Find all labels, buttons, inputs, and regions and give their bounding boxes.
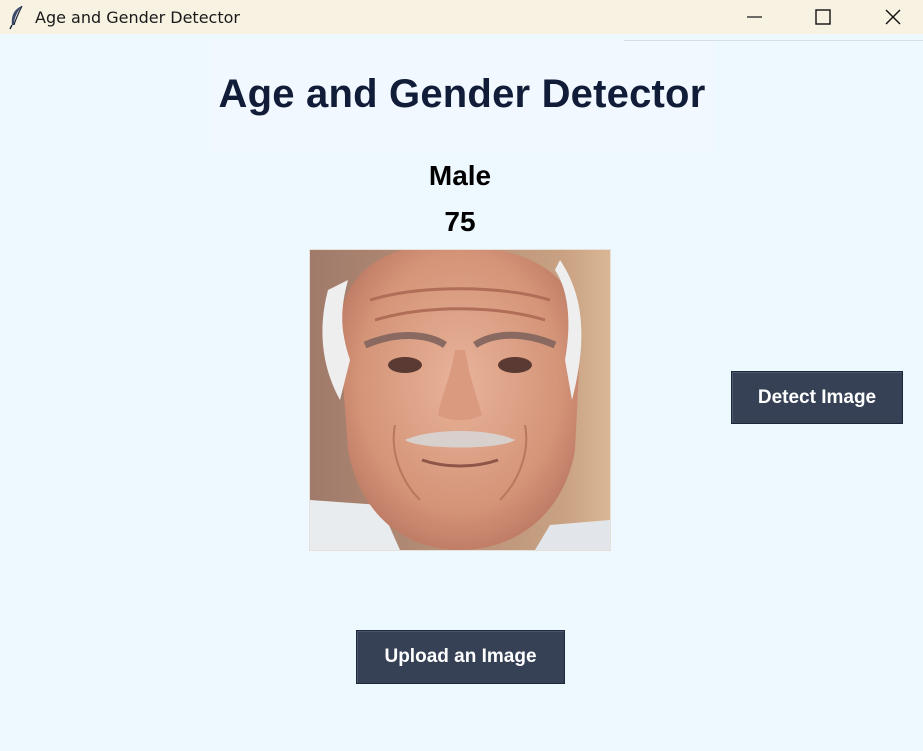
detect-image-button[interactable]: Detect Image [731,371,903,424]
divider [624,40,923,41]
window-titlebar: Age and Gender Detector [0,0,923,34]
age-result: 75 [444,206,476,237]
page-title: Age and Gender Detector [218,72,706,116]
uploaded-face-image [309,249,611,551]
minimize-icon[interactable] [731,0,777,34]
window-title: Age and Gender Detector [35,8,240,27]
upload-image-button[interactable]: Upload an Image [356,630,565,684]
close-icon[interactable] [870,0,916,34]
maximize-icon[interactable] [800,0,846,34]
gender-result: Male [428,160,492,191]
feather-icon [6,4,28,30]
